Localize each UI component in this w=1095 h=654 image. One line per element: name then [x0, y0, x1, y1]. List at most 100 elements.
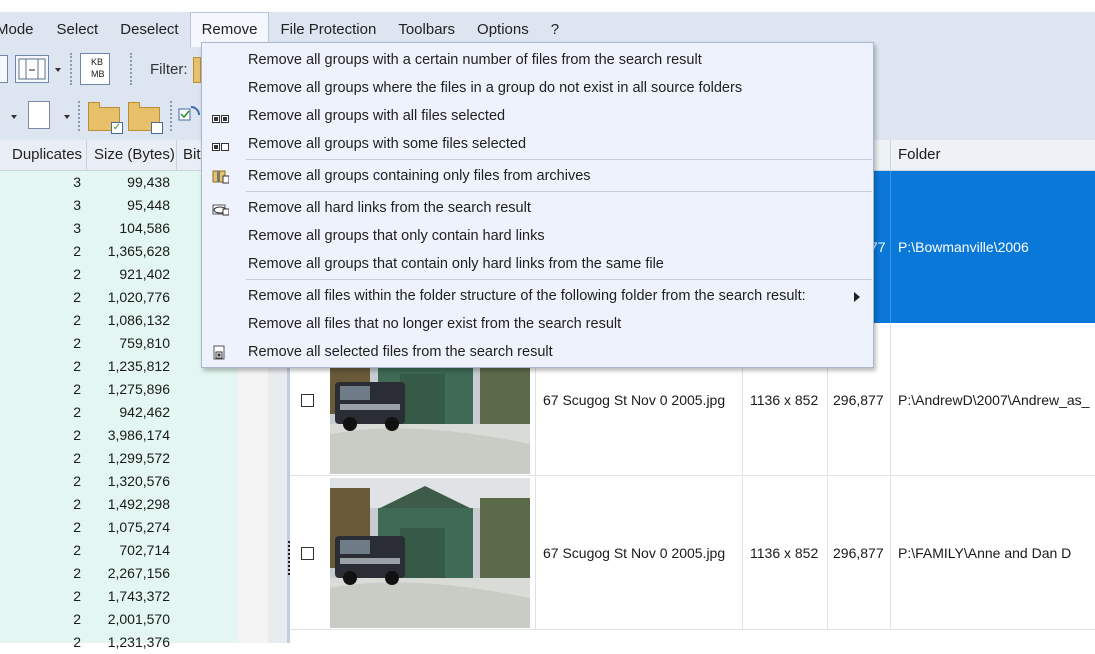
toolbar-grip-2: [130, 53, 133, 85]
group-row[interactable]: 2 1,320,576: [0, 470, 238, 493]
group-duplicates: 2: [73, 565, 81, 581]
header-bit[interactable]: Bit: [183, 146, 201, 163]
file-checkbox[interactable]: [301, 547, 314, 560]
house-photo-image: [330, 478, 530, 628]
filter-folder-icon[interactable]: [193, 57, 201, 83]
menu-help-label: ?: [550, 21, 560, 38]
menu-separator: [246, 159, 872, 160]
submenu-arrow-icon: [854, 292, 860, 302]
group-size: 702,714: [119, 542, 170, 558]
menu-separator: [246, 279, 872, 280]
group-some-selected-icon: [212, 143, 229, 151]
group-duplicates: 2: [73, 358, 81, 374]
group-duplicates: 2: [73, 427, 81, 443]
file-thumbnail: [330, 478, 530, 628]
column-width-button[interactable]: [15, 55, 49, 83]
remove-groups-archives-only[interactable]: Remove all groups containing only files …: [202, 163, 873, 191]
file-size: 296,877: [833, 392, 884, 408]
group-duplicates: 2: [73, 266, 81, 282]
file-dimensions: 1136 x 852: [750, 392, 819, 408]
remove-groups-missing-in-source-folders[interactable]: Remove all groups where the files in a g…: [202, 75, 873, 103]
menu-select[interactable]: Select: [46, 12, 110, 47]
remove-selected-files[interactable]: Remove all selected files from the searc…: [202, 339, 873, 367]
group-size: 921,402: [119, 266, 170, 282]
remove-groups-by-file-count[interactable]: Remove all groups with a certain number …: [202, 47, 873, 75]
toolbar-grip-3: [78, 101, 81, 131]
file-row[interactable]: 67 Scugog St Nov 0 2005.jpg 1136 x 852 2…: [290, 477, 1095, 630]
group-size: 2,001,570: [107, 611, 170, 627]
file-size: 296,877: [833, 545, 884, 561]
size-unit-button[interactable]: KB MB: [80, 53, 110, 85]
file-checkbox[interactable]: [301, 394, 314, 407]
header-folder[interactable]: Folder: [898, 146, 941, 163]
group-size: 99,438: [127, 174, 170, 190]
group-row[interactable]: 2 942,462: [0, 401, 238, 424]
group-size: 1,075,274: [107, 519, 170, 535]
group-row[interactable]: 2 3,986,174: [0, 424, 238, 447]
group-row[interactable]: 2 702,714: [0, 539, 238, 562]
column-width-dropdown-icon[interactable]: [55, 68, 61, 72]
folder-uncheck-icon[interactable]: [128, 102, 163, 134]
menu-remove-label: Remove: [201, 21, 258, 38]
file-folder: P:\FAMILY\Anne and Dan D: [898, 545, 1072, 561]
group-row[interactable]: 2 2,267,156: [0, 562, 238, 585]
remove-hard-links[interactable]: Remove all hard links from the search re…: [202, 195, 873, 223]
group-duplicates: 2: [73, 634, 81, 650]
file-name: 67 Scugog St Nov 0 2005.jpg: [543, 545, 726, 561]
menu-deselect-label: Deselect: [120, 21, 179, 38]
group-duplicates: 2: [73, 473, 81, 489]
column-width-icon: [18, 58, 46, 80]
group-size: 942,462: [119, 404, 170, 420]
row-drag-handle[interactable]: [288, 541, 290, 575]
remove-nonexistent-files[interactable]: Remove all files that no longer exist fr…: [202, 311, 873, 339]
remove-groups-all-selected[interactable]: Remove all groups with all files selecte…: [202, 103, 873, 131]
group-row[interactable]: 2 1,743,372: [0, 585, 238, 608]
group-duplicates: 2: [73, 542, 81, 558]
refresh-icon[interactable]: [177, 103, 201, 131]
window-top-strip: [0, 0, 1095, 12]
menu-deselect[interactable]: Deselect: [109, 12, 189, 47]
group-size: 1,492,298: [107, 496, 170, 512]
group-duplicates: 3: [73, 197, 81, 213]
group-size: 1,743,372: [107, 588, 170, 604]
header-size[interactable]: Size (Bytes): [94, 146, 175, 163]
header-duplicates[interactable]: Duplicates: [12, 146, 82, 163]
group-size: 2,267,156: [107, 565, 170, 581]
menu-select-label: Select: [56, 21, 99, 38]
hard-link-icon: [212, 204, 229, 216]
empty-checkbox-icon: [151, 122, 163, 134]
group-duplicates: 2: [73, 381, 81, 397]
remove-files-within-folder-structure[interactable]: Remove all files within the folder struc…: [202, 283, 873, 311]
column-layout-button[interactable]: [0, 55, 8, 83]
group-size: 3,986,174: [107, 427, 170, 443]
menu-separator: [246, 191, 872, 192]
selected-folder: P:\Bowmanville\2006: [898, 239, 1029, 255]
group-size: 1,365,628: [107, 243, 170, 259]
group-row[interactable]: 2 1,275,896: [0, 378, 238, 401]
file-folder: P:\AndrewD\2007\Andrew_as_: [898, 392, 1090, 408]
group-row[interactable]: 2 1,299,572: [0, 447, 238, 470]
remove-selected-icon: [213, 345, 225, 360]
group-size: 1,231,376: [107, 634, 170, 650]
group-duplicates: 2: [73, 312, 81, 328]
group-row[interactable]: 2 1,492,298: [0, 493, 238, 516]
remove-dropdown-menu: Remove all groups with a certain number …: [201, 42, 874, 368]
folder-check-icon[interactable]: ✓: [88, 102, 123, 134]
filter-label: Filter:: [150, 61, 188, 78]
group-row[interactable]: 2 1,075,274: [0, 516, 238, 539]
remove-groups-hard-links-same-file[interactable]: Remove all groups that contain only hard…: [202, 251, 873, 279]
size-unit-kb: KB: [91, 57, 104, 67]
group-row[interactable]: 2 2,001,570: [0, 608, 238, 631]
menu-mode[interactable]: Mode: [0, 12, 45, 47]
document-dropdown-icon[interactable]: [64, 115, 70, 119]
toolbar-dropdown-left-icon[interactable]: [11, 115, 17, 119]
group-duplicates: 2: [73, 588, 81, 604]
group-duplicates: 2: [73, 289, 81, 305]
remove-groups-only-hard-links[interactable]: Remove all groups that only contain hard…: [202, 223, 873, 251]
group-duplicates: 2: [73, 519, 81, 535]
group-duplicates: 2: [73, 404, 81, 420]
group-all-selected-icon: [212, 115, 229, 123]
remove-groups-some-selected[interactable]: Remove all groups with some files select…: [202, 131, 873, 159]
toolbar-grip: [70, 53, 73, 85]
document-icon[interactable]: [28, 101, 50, 129]
